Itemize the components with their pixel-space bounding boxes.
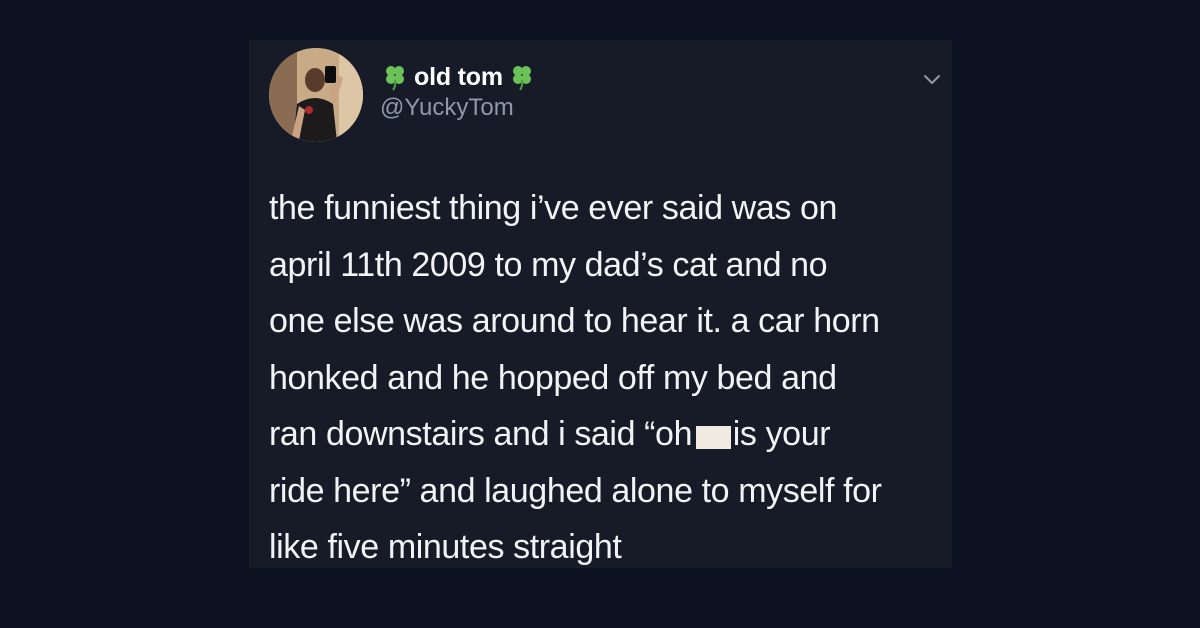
tweet-text: the funniest thing i’ve ever said was on…	[269, 180, 939, 576]
tweet-line-segment: ran downstairs and i said “oh	[269, 415, 693, 453]
name-row: old tom	[380, 62, 537, 92]
tweet-card: old tom @YuckyTom the funniest thing i’v…	[249, 40, 952, 568]
tweet-line: ride here” and laughed alone to myself f…	[269, 471, 882, 510]
user-handle[interactable]: @YuckyTom	[380, 93, 514, 123]
tweet-line: the funniest thing i’ve ever said was on	[269, 189, 838, 227]
tweet-line: one else was around to hear it. a car ho…	[269, 302, 880, 340]
tweet-line: like five minutes straight	[269, 528, 622, 566]
tweet-line: ran downstairs and i said “ohshitis your	[269, 406, 939, 463]
tweet-menu-button[interactable]	[918, 66, 946, 94]
chevron-down-icon	[924, 75, 940, 84]
avatar[interactable]	[269, 48, 363, 142]
tweet-line-segment: is your	[732, 415, 831, 453]
censor-bar: shit	[696, 426, 731, 449]
tweet-line: honked and he hopped off my bed and	[269, 358, 837, 397]
display-name[interactable]: old tom	[414, 62, 503, 92]
profile-photo	[269, 48, 363, 142]
four-leaf-clover-icon	[380, 62, 410, 92]
tweet-line: april 11th 2009 to my dad’s cat and no	[269, 245, 828, 284]
four-leaf-clover-icon	[507, 62, 537, 92]
